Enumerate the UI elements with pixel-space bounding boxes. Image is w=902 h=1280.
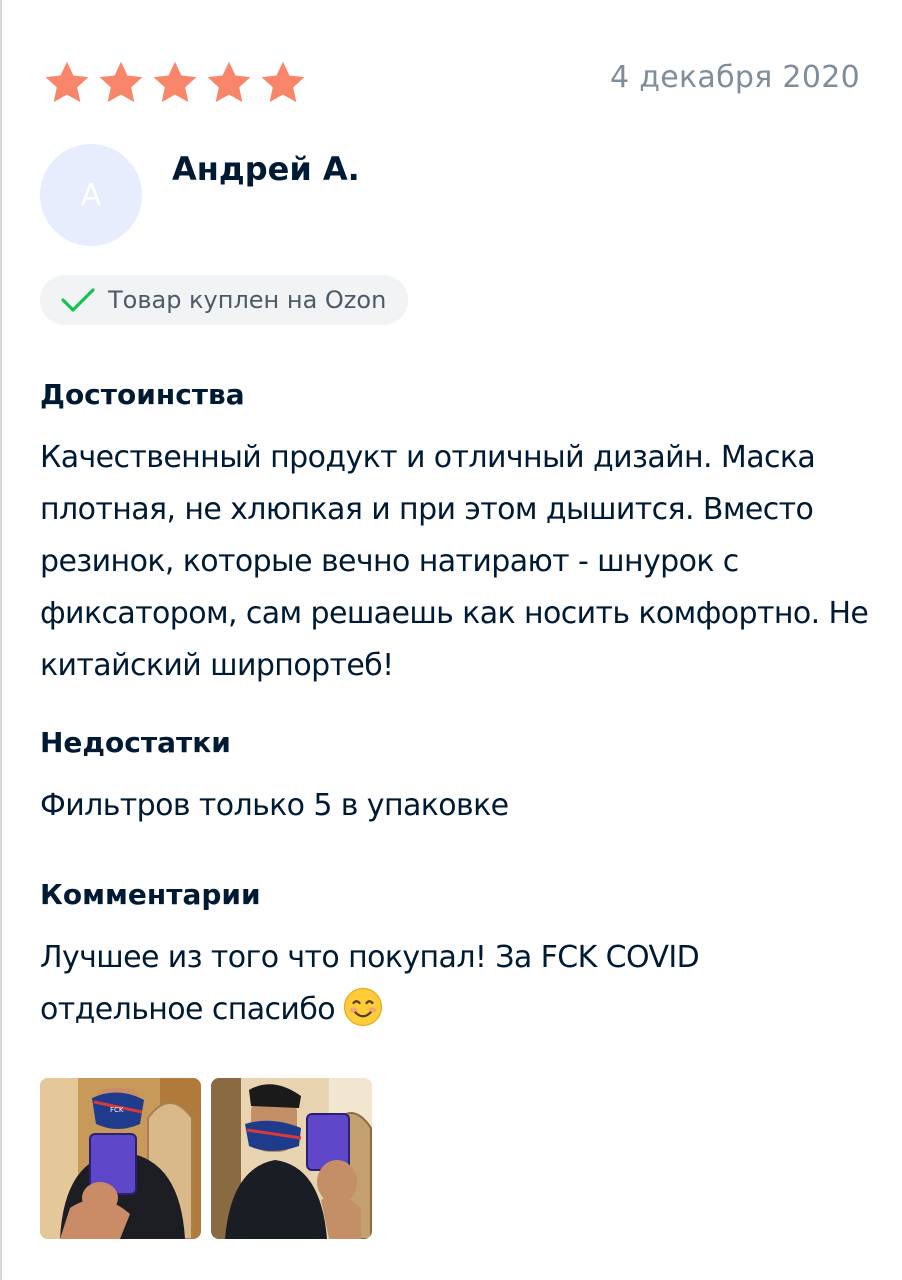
smiling-face-icon xyxy=(343,987,383,1027)
review-photo-1[interactable]: FCK xyxy=(40,1078,201,1239)
avatar[interactable]: А xyxy=(40,144,142,246)
left-border xyxy=(0,0,2,1280)
pros-text: Качественный продукт и отличный дизайн. … xyxy=(40,440,869,683)
svg-text:FCK: FCK xyxy=(110,1106,124,1114)
star-icon xyxy=(258,58,308,108)
review-date: 4 декабря 2020 xyxy=(609,60,860,95)
cons-text: Фильтров только 5 в упаковке xyxy=(40,788,509,823)
star-icon xyxy=(42,58,92,108)
avatar-initial: А xyxy=(80,177,102,213)
star-icon xyxy=(150,58,200,108)
cons-title: Недостатки xyxy=(40,726,231,759)
review-photos: FCK xyxy=(40,1078,372,1239)
author-name[interactable]: Андрей А. xyxy=(172,150,360,188)
comment-title: Комментарии xyxy=(40,878,261,911)
review-photo-2[interactable] xyxy=(211,1078,372,1239)
comment-block: Лучшее из того что покупал! За FCK COVID… xyxy=(40,932,800,1036)
star-icon xyxy=(96,58,146,108)
verified-purchase-badge: Товар куплен на Ozon xyxy=(40,275,409,325)
rating-stars xyxy=(42,58,308,108)
star-icon xyxy=(204,58,254,108)
pros-title: Достоинства xyxy=(40,378,245,411)
verified-purchase-label: Товар куплен на Ozon xyxy=(108,286,387,314)
check-icon xyxy=(60,286,96,314)
